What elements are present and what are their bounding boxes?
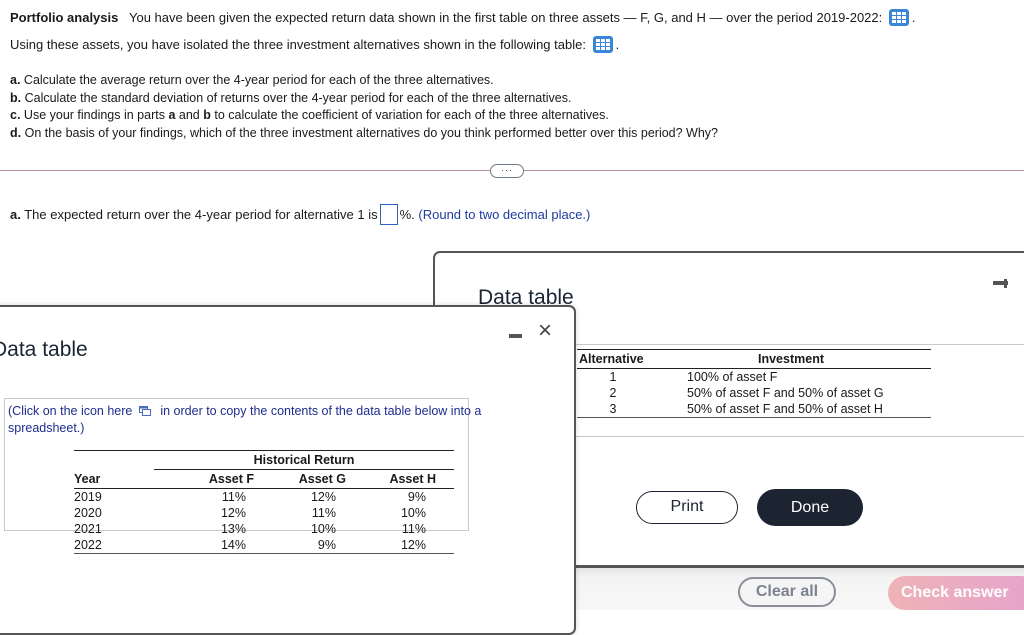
part-c: c. Use your findings in parts a and b to… <box>10 108 609 122</box>
question-title: Portfolio analysis <box>10 10 119 25</box>
table-row: 2 50% of asset F and 50% of asset G <box>609 386 884 400</box>
table-row: 1 100% of asset F <box>609 370 778 384</box>
column-header: Year <box>74 469 154 489</box>
data-table-icon[interactable] <box>888 9 909 26</box>
question-intro-line-1: Portfolio analysis You have been given t… <box>10 9 916 26</box>
table-row: 2022 14% 9% 12% <box>74 537 454 554</box>
column-header: Asset H <box>356 469 454 489</box>
table-row: 3 50% of asset F and 50% of asset H <box>577 401 931 418</box>
returns-data-table-dialog: Data table × (Click on the icon here in … <box>0 305 576 635</box>
table-row: 2021 13% 10% 11% <box>74 522 426 536</box>
part-b: b. Calculate the standard deviation of r… <box>10 90 572 105</box>
question-intro-1: You have been given the expected return … <box>128 10 883 25</box>
question-intro-2: Using these assets, you have isolated th… <box>10 37 586 52</box>
part-a: a. Calculate the average return over the… <box>10 73 494 87</box>
scroll-marker <box>1004 279 1007 288</box>
table-row: 2020 12% 11% 10% <box>74 506 426 520</box>
answer-line: a. The expected return over the 4-year p… <box>10 204 590 225</box>
historical-returns-table: Historical Return Year Asset F Asset G A… <box>74 450 454 554</box>
close-icon[interactable]: × <box>538 319 552 343</box>
column-header: Asset G <box>266 469 356 489</box>
expected-return-input[interactable] <box>379 204 398 225</box>
group-header: Historical Return <box>154 450 454 470</box>
check-answer-button[interactable]: Check answer <box>888 576 1024 610</box>
done-button[interactable]: Done <box>757 489 863 526</box>
print-button[interactable]: Print <box>636 491 738 524</box>
part-d: d. On the basis of your findings, which … <box>10 125 719 140</box>
column-header: Asset F <box>154 469 266 489</box>
rounding-hint: (Round to two decimal place.) <box>418 207 591 222</box>
copy-instructions: (Click on the icon here in order to copy… <box>8 404 482 435</box>
question-intro-line-2: Using these assets, you have isolated th… <box>10 36 620 53</box>
minimize-icon[interactable] <box>509 334 522 338</box>
table-row: 2019 11% 12% 9% <box>74 490 426 504</box>
alternatives-table: Alternative Investment 1 100% of asset F… <box>577 349 931 418</box>
clear-all-button[interactable]: Clear all <box>738 577 836 607</box>
column-header: Alternative <box>577 349 649 369</box>
dialog-title: Data table <box>0 338 88 361</box>
expand-more-button[interactable]: ··· <box>490 164 524 178</box>
column-header: Investment <box>649 349 931 369</box>
copy-to-spreadsheet-icon[interactable] <box>138 404 151 416</box>
data-table-icon[interactable] <box>592 36 613 53</box>
question-parts: a. Calculate the average return over the… <box>10 72 718 142</box>
